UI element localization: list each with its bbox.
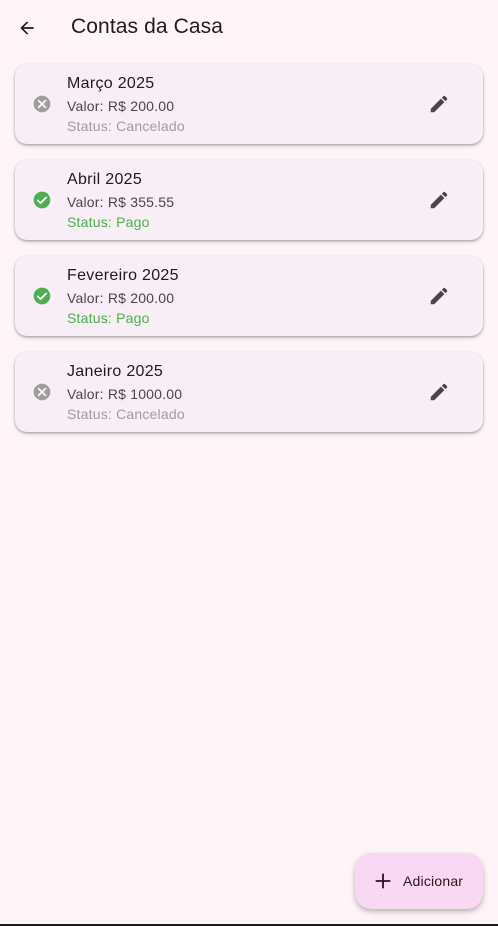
bill-info: Fevereiro 2025 Valor: R$ 200.00 Status: … [67,266,179,328]
edit-button[interactable] [421,182,457,218]
bill-info: Janeiro 2025 Valor: R$ 1000.00 Status: C… [67,362,185,424]
bill-info: Março 2025 Valor: R$ 200.00 Status: Canc… [67,74,185,136]
bill-status: Status: Pago [67,310,150,326]
bill-month: Abril 2025 [67,171,143,188]
bill-value: Valor: R$ 200.00 [67,98,175,114]
bill-month: Março 2025 [67,75,155,92]
add-button-label: Adicionar [403,873,464,889]
cancel-circle-icon [33,95,51,113]
pencil-icon [430,191,448,209]
add-button[interactable]: Adicionar [355,853,483,909]
pencil-icon [430,95,448,113]
bill-value: Valor: R$ 200.00 [67,290,175,306]
bill-card[interactable]: Fevereiro 2025 Valor: R$ 200.00 Status: … [15,256,483,336]
cancel-circle-icon [33,383,51,401]
check-circle-icon [33,191,51,209]
page-title: Contas da Casa [71,15,223,38]
bill-card[interactable]: Março 2025 Valor: R$ 200.00 Status: Canc… [15,64,483,144]
bill-value: Valor: R$ 1000.00 [67,386,183,402]
bill-month: Fevereiro 2025 [67,267,179,284]
bill-status: Status: Cancelado [67,118,185,134]
pencil-icon [430,383,448,401]
arrow-back-icon [20,21,34,35]
bill-status: Status: Cancelado [67,406,185,422]
bill-status: Status: Pago [67,214,150,230]
bill-info: Abril 2025 Valor: R$ 355.55 Status: Pago [67,170,174,232]
bill-month: Janeiro 2025 [67,363,164,380]
bill-card[interactable]: Janeiro 2025 Valor: R$ 1000.00 Status: C… [15,352,483,432]
plus-icon [375,873,391,889]
edit-button[interactable] [421,86,457,122]
bills-list: Março 2025 Valor: R$ 200.00 Status: Canc… [15,64,483,448]
edit-button[interactable] [421,278,457,314]
check-circle-icon [33,287,51,305]
back-button[interactable] [13,14,41,42]
edit-button[interactable] [421,374,457,410]
bill-value: Valor: R$ 355.55 [67,194,175,210]
app-bar: Contas da Casa [0,0,498,56]
bill-card[interactable]: Abril 2025 Valor: R$ 355.55 Status: Pago [15,160,483,240]
pencil-icon [430,287,448,305]
